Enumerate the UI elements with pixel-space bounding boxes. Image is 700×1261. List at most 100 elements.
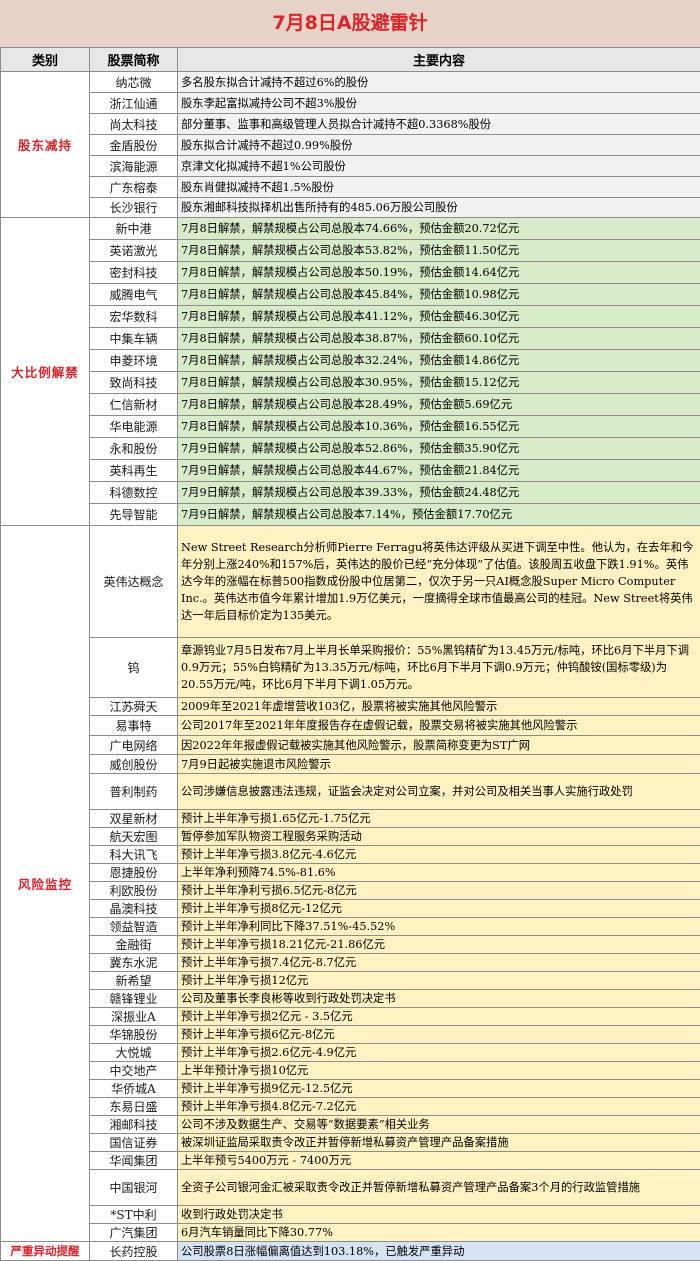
- stock-name-cell: 华电能源: [90, 416, 178, 438]
- main-content-cell: 2009年至2021年虚增营收103亿，股票将被实施其他风险警示: [178, 698, 700, 716]
- stock-name-cell: 科大讯飞: [90, 846, 178, 864]
- stock-name-cell: 浙江仙通: [90, 93, 178, 114]
- announcement-sheet: 7月8日A股避雷针 类别 股票简称 主要内容 股东减持纳芯微多名股东拟合计减持不…: [0, 0, 700, 1252]
- stock-name-cell: 新希望: [90, 972, 178, 990]
- main-content-cell: 上半年预计净亏损10亿元: [178, 1062, 700, 1080]
- main-content-cell: 预计上半年净亏损2亿元 - 3.5亿元: [178, 1008, 700, 1026]
- category-cell: 严重异动提醒: [1, 1242, 90, 1261]
- header-category: 类别: [1, 48, 90, 72]
- table-row: 英诺激光7月8日解禁，解禁规模占公司总股本53.82%，预估金额11.50亿元: [1, 240, 700, 262]
- stock-name-cell: 新中港: [90, 218, 178, 240]
- table-row: 易事特公司2017年至2021年年度报告存在虚假记载，股票交易将被实施其他风险警…: [1, 716, 700, 736]
- stock-name-cell: 冀东水泥: [90, 954, 178, 972]
- stock-name-cell: 金盾股份: [90, 135, 178, 156]
- main-content-cell: 预计上半年净亏损2.6亿元-4.9亿元: [178, 1044, 700, 1062]
- stock-name-cell: 英科再生: [90, 460, 178, 482]
- main-content-cell: 预计上半年净亏损6亿元-8亿元: [178, 1026, 700, 1044]
- stock-name-cell: 江苏舜天: [90, 698, 178, 716]
- table-row: 大悦城预计上半年净亏损2.6亿元-4.9亿元: [1, 1044, 700, 1062]
- stock-name-cell: 申菱环境: [90, 350, 178, 372]
- main-content-cell: 公司及董事长李良彬等收到行政处罚决定书: [178, 990, 700, 1008]
- header-main-content: 主要内容: [178, 48, 700, 72]
- table-row: 尚太科技部分董事、监事和高级管理人员拟合计减持不超0.3368%股份: [1, 114, 700, 135]
- stock-name-cell: 华闻集团: [90, 1152, 178, 1170]
- table-row: 华闻集团上半年预亏5400万元 - 7400万元: [1, 1152, 700, 1170]
- category-cell: 大比例解禁: [1, 218, 90, 526]
- table-row: 中集车辆7月8日解禁，解禁规模占公司总股本38.87%，预估金额60.10亿元: [1, 328, 700, 350]
- main-content-cell: 7月8日解禁，解禁规模占公司总股本30.95%，预估金额15.12亿元: [178, 372, 700, 394]
- table-row: 致尚科技7月8日解禁，解禁规模占公司总股本30.95%，预估金额15.12亿元: [1, 372, 700, 394]
- main-content-cell: 7月8日解禁，解禁规模占公司总股本10.36%，预估金额16.55亿元: [178, 416, 700, 438]
- category-cell: 股东减持: [1, 72, 90, 218]
- risk-table: 类别 股票简称 主要内容 股东减持纳芯微多名股东拟合计减持不超过6%的股份浙江仙…: [0, 47, 700, 1261]
- table-row: 钨章源钨业7月5日发布7月上半月长单采购报价：55%黑钨精矿为13.45万元/标…: [1, 638, 700, 698]
- table-row: 广东榕泰股东肖健拟减持不超1.5%股份: [1, 177, 700, 198]
- table-row: 金融街预计上半年净亏损18.21亿元-21.86亿元: [1, 936, 700, 954]
- stock-name-cell: 东易日盛: [90, 1098, 178, 1116]
- table-row: 利欧股份预计上半年净利亏损6.5亿元-8亿元: [1, 882, 700, 900]
- main-content-cell: 7月9日解禁，解禁规模占公司总股本7.14%，预估金额17.70亿元: [178, 504, 700, 526]
- table-row: 浙江仙通股东李起富拟减持公司不超3%股份: [1, 93, 700, 114]
- stock-name-cell: 威创股份: [90, 755, 178, 774]
- main-content-cell: 股东湘邮科技拟择机出售所持有的485.06万股公司股份: [178, 198, 700, 218]
- stock-name-cell: 威腾电气: [90, 284, 178, 306]
- main-content-cell: 预计上半年净亏损7.4亿元-8.7亿元: [178, 954, 700, 972]
- table-row: 股东减持纳芯微多名股东拟合计减持不超过6%的股份: [1, 72, 700, 93]
- table-row: 永和股份7月9日解禁，解禁规模占公司总股本52.86%，预估金额35.90亿元: [1, 438, 700, 460]
- stock-name-cell: 广东榕泰: [90, 177, 178, 198]
- table-row: 宏华数科7月8日解禁，解禁规模占公司总股本41.12%，预估金额46.30亿元: [1, 306, 700, 328]
- main-content-cell: 7月9日解禁，解禁规模占公司总股本39.33%，预估金额24.48亿元: [178, 482, 700, 504]
- main-content-cell: 7月9日解禁，解禁规模占公司总股本44.67%，预估金额21.84亿元: [178, 460, 700, 482]
- stock-name-cell: 双星新材: [90, 810, 178, 828]
- main-content-cell: 章源钨业7月5日发布7月上半月长单采购报价：55%黑钨精矿为13.45万元/标吨…: [178, 638, 700, 698]
- main-content-cell: 收到行政处罚决定书: [178, 1206, 700, 1224]
- main-content-cell: 公司股票8日涨幅偏离值达到103.18%，已触发严重异动: [178, 1242, 700, 1261]
- stock-name-cell: 领益智造: [90, 918, 178, 936]
- table-row: 湘邮科技公司不涉及数据生产、交易等“数据要素”相关业务: [1, 1116, 700, 1134]
- table-row: 风险监控英伟达概念New Street Research分析师Pierre Fe…: [1, 526, 700, 638]
- main-content-cell: 公司不涉及数据生产、交易等“数据要素”相关业务: [178, 1116, 700, 1134]
- table-row: 江苏舜天2009年至2021年虚增营收103亿，股票将被实施其他风险警示: [1, 698, 700, 716]
- main-content-cell: 预计上半年净亏损12亿元: [178, 972, 700, 990]
- main-content-cell: 上半年预亏5400万元 - 7400万元: [178, 1152, 700, 1170]
- main-content-cell: New Street Research分析师Pierre Ferragu将英伟达…: [178, 526, 700, 638]
- stock-name-cell: 晶澳科技: [90, 900, 178, 918]
- stock-name-cell: 恩捷股份: [90, 864, 178, 882]
- main-content-cell: 7月8日解禁，解禁规模占公司总股本38.87%，预估金额60.10亿元: [178, 328, 700, 350]
- stock-name-cell: *ST中利: [90, 1206, 178, 1224]
- table-row: 长沙银行股东湘邮科技拟择机出售所持有的485.06万股公司股份: [1, 198, 700, 218]
- stock-name-cell: 先导智能: [90, 504, 178, 526]
- main-content-cell: 7月8日解禁，解禁规模占公司总股本32.24%，预估金额14.86亿元: [178, 350, 700, 372]
- main-content-cell: 7月8日解禁，解禁规模占公司总股本41.12%，预估金额46.30亿元: [178, 306, 700, 328]
- stock-name-cell: 华锦股份: [90, 1026, 178, 1044]
- header-stock-name: 股票简称: [90, 48, 178, 72]
- main-content-cell: 因2022年年报虚假记载被实施其他风险警示，股票简称变更为ST广网: [178, 736, 700, 755]
- main-content-cell: 部分董事、监事和高级管理人员拟合计减持不超0.3368%股份: [178, 114, 700, 135]
- table-row: 恩捷股份上半年净利预降74.5%-81.6%: [1, 864, 700, 882]
- stock-name-cell: 大悦城: [90, 1044, 178, 1062]
- table-row: 申菱环境7月8日解禁，解禁规模占公司总股本32.24%，预估金额14.86亿元: [1, 350, 700, 372]
- main-content-cell: 预计上半年净亏损4.8亿元-7.2亿元: [178, 1098, 700, 1116]
- stock-name-cell: 普利制药: [90, 774, 178, 810]
- table-row: 新希望预计上半年净亏损12亿元: [1, 972, 700, 990]
- table-row: 严重异动提醒长药控股公司股票8日涨幅偏离值达到103.18%，已触发严重异动: [1, 1242, 700, 1261]
- table-row: 英科再生7月9日解禁，解禁规模占公司总股本44.67%，预估金额21.84亿元: [1, 460, 700, 482]
- table-row: 密封科技7月8日解禁，解禁规模占公司总股本50.19%，预估金额14.64亿元: [1, 262, 700, 284]
- main-content-cell: 7月8日解禁，解禁规模占公司总股本74.66%，预估金额20.72亿元: [178, 218, 700, 240]
- stock-name-cell: 致尚科技: [90, 372, 178, 394]
- stock-name-cell: 国信证券: [90, 1134, 178, 1152]
- main-content-cell: 预计上半年净亏损18.21亿元-21.86亿元: [178, 936, 700, 954]
- table-row: 科德数控7月9日解禁，解禁规模占公司总股本39.33%，预估金额24.48亿元: [1, 482, 700, 504]
- stock-name-cell: 尚太科技: [90, 114, 178, 135]
- table-row: 航天宏图暂停参加军队物资工程服务采购活动: [1, 828, 700, 846]
- main-content-cell: 7月8日解禁，解禁规模占公司总股本28.49%，预估金额5.69亿元: [178, 394, 700, 416]
- stock-name-cell: 英伟达概念: [90, 526, 178, 638]
- category-cell: 风险监控: [1, 526, 90, 1242]
- stock-name-cell: 利欧股份: [90, 882, 178, 900]
- main-content-cell: 7月8日解禁，解禁规模占公司总股本50.19%，预估金额14.64亿元: [178, 262, 700, 284]
- table-row: 双星新材预计上半年净亏损1.65亿元-1.75亿元: [1, 810, 700, 828]
- table-row: 赣锋锂业公司及董事长李良彬等收到行政处罚决定书: [1, 990, 700, 1008]
- main-content-cell: 7月9日起被实施退市风险警示: [178, 755, 700, 774]
- table-row: 威创股份7月9日起被实施退市风险警示: [1, 755, 700, 774]
- stock-name-cell: 金融街: [90, 936, 178, 954]
